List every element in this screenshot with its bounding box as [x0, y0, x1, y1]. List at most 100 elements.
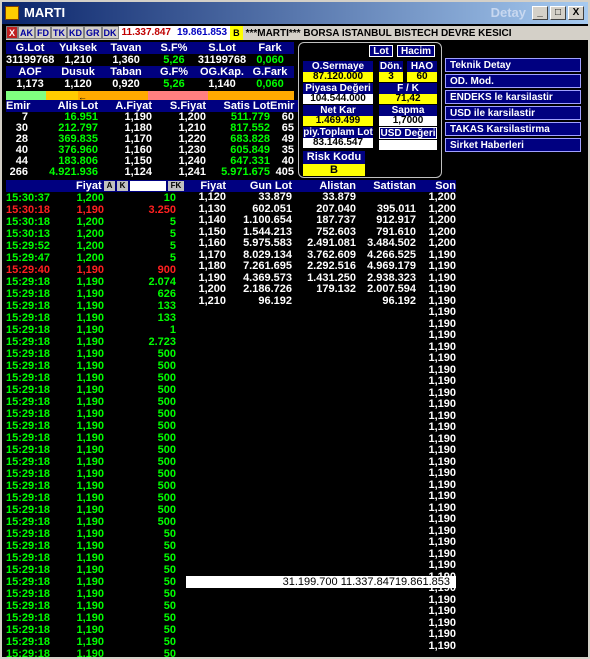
- trade-cell: 15:29:18: [6, 552, 51, 564]
- trade-row: 15:30:18 1,200 5: [6, 216, 186, 228]
- trade-cell: 500: [157, 408, 176, 420]
- trade-cell: 15:29:18: [6, 480, 51, 492]
- trade-cell: 5: [169, 216, 176, 228]
- son-cell: 1,190: [428, 398, 456, 410]
- info-panel: Lot Hacim O.Sermaye Dön. HAO 87.120.000 …: [298, 42, 442, 178]
- trade-cell: 15:29:18: [6, 408, 51, 420]
- menu-takas[interactable]: TAKAS Karsilastirma: [445, 122, 581, 136]
- trade-cell: 15:30:13: [6, 228, 51, 240]
- trade-cell: 900: [157, 264, 176, 276]
- trade-cell: 133: [157, 300, 176, 312]
- stats2-header: AOF Dusuk Taban G.F% OG.Kap. G.Fark: [6, 66, 294, 78]
- value-blue: 19.861.853: [174, 26, 231, 40]
- trade-cell: 1,190: [76, 576, 104, 588]
- menu-od-mod[interactable]: OD. Mod.: [445, 74, 581, 88]
- son-cell: 1,190: [428, 639, 456, 652]
- menu-usd[interactable]: USD ile karsilastir: [445, 106, 581, 120]
- trade-cell: 50: [163, 552, 176, 564]
- trade-row: 15:29:18 1,190 500: [6, 516, 186, 528]
- son-cell: 1,190: [428, 490, 456, 502]
- dk-button[interactable]: DK: [101, 26, 119, 39]
- distribution-header: Fiyat Gun Lot Alistan Satistan Son: [186, 180, 456, 192]
- hacim-button[interactable]: Hacim: [397, 45, 435, 57]
- trade-cell: 1,190: [76, 516, 104, 528]
- trade-row: 15:29:18 1,190 50: [6, 564, 186, 576]
- trade-row: 15:29:18 1,190 2.074: [6, 276, 186, 288]
- val-yuksek: 1,210: [64, 54, 93, 66]
- trade-cell: 50: [163, 576, 176, 588]
- trade-cell: 1,190: [76, 624, 104, 636]
- close-x-button[interactable]: X: [6, 26, 18, 39]
- trade-cell: 1,190: [76, 444, 104, 456]
- trade-cell: 15:30:18: [6, 216, 51, 228]
- trade-cell: 15:29:18: [6, 360, 51, 372]
- trade-cell: 626: [157, 288, 176, 300]
- trade-cell: 10: [163, 192, 176, 204]
- a-button[interactable]: A: [104, 181, 115, 191]
- val-slot: 31199768: [197, 54, 247, 66]
- menu-teknik-detay[interactable]: Teknik Detay: [445, 58, 581, 72]
- col-sf: S.F%: [160, 42, 188, 54]
- val-dusuk: 1,120: [64, 78, 92, 90]
- minimize-button[interactable]: _: [532, 6, 548, 20]
- gr-button[interactable]: GR: [84, 26, 102, 39]
- trade-cell: 5: [169, 240, 176, 252]
- val-ogkap: 1,140: [208, 78, 236, 90]
- dist-cell: 1,210: [198, 294, 226, 307]
- fd-button[interactable]: FD: [35, 26, 51, 39]
- trade-cell: 1,190: [76, 300, 104, 312]
- orderbook: Emir Alis Lot A.Fiyat S.Fiyat Satis Lot Emir …: [6, 100, 298, 178]
- dist-cell: 4.969.179: [367, 260, 416, 272]
- trade-cell: 1,200: [76, 228, 104, 240]
- filter-input[interactable]: [130, 181, 166, 191]
- trade-cell: 15:29:18: [6, 540, 51, 552]
- trade-cell: 500: [157, 348, 176, 360]
- k-button[interactable]: K: [117, 181, 128, 191]
- usd-button[interactable]: USD Değeri: [379, 127, 437, 139]
- stats2-values: 1,173 1,120 0,920 5,26 1,140 0,060: [6, 78, 294, 90]
- news-ticker: ***MARTI*** BORSA ISTANBUL BISTECH DEVRE…: [245, 28, 512, 39]
- trade-row: 15:29:18 1,190 50: [6, 528, 186, 540]
- side-menu: Teknik Detay OD. Mod. ENDEKS le karsilas…: [445, 58, 581, 154]
- trade-row: 15:29:18 1,190 500: [6, 408, 186, 420]
- ak-button[interactable]: AK: [18, 26, 35, 39]
- trade-cell: 15:29:18: [6, 636, 51, 648]
- trade-row: 15:29:18 1,190 133: [6, 312, 186, 324]
- trade-cell: 1,190: [76, 336, 104, 348]
- close-button[interactable]: X: [568, 6, 584, 20]
- trade-cell: 1,190: [76, 264, 104, 276]
- val-gfark: 0,060: [256, 78, 284, 90]
- col-slot: S.Lot: [208, 42, 236, 54]
- trade-cell: 1,190: [76, 324, 104, 336]
- menu-haberler[interactable]: Sirket Haberleri: [445, 138, 581, 152]
- trade-cell: 15:29:18: [6, 600, 51, 612]
- dist-cell: [292, 296, 356, 308]
- trade-cell: 15:29:18: [6, 516, 51, 528]
- col-ogkap: OG.Kap.: [199, 66, 244, 78]
- son-cell: 1,190: [428, 559, 456, 571]
- orderbook-cell: 5.971.675: [221, 166, 270, 178]
- tk-button[interactable]: TK: [51, 26, 67, 39]
- trade-row: 15:29:18 1,190 50: [6, 636, 186, 648]
- col-dusuk: Dusuk: [61, 66, 95, 78]
- son-cell: 1,190: [428, 605, 456, 617]
- fk-button[interactable]: FK: [168, 181, 184, 191]
- o-sermaye-value: 87.120.000: [303, 72, 373, 82]
- trade-cell: 1,190: [76, 456, 104, 468]
- trade-row: 15:29:18 1,190 50: [6, 600, 186, 612]
- dist-cell: 1.100.654: [243, 214, 292, 226]
- trade-cell: 15:29:18: [6, 456, 51, 468]
- dist-cell: 1,160: [198, 237, 226, 249]
- trade-row: 15:29:18 1,190 500: [6, 444, 186, 456]
- menu-endeks[interactable]: ENDEKS le karsilastir: [445, 90, 581, 104]
- trade-row: 15:29:18 1,190 50: [6, 552, 186, 564]
- val-glot: 31199768: [6, 54, 55, 66]
- kd-button[interactable]: KD: [67, 26, 84, 39]
- trade-cell: 1,190: [76, 312, 104, 324]
- lot-button[interactable]: Lot: [369, 45, 393, 57]
- trade-cell: 1,190: [76, 468, 104, 480]
- trade-row: 15:29:18 1,190 50: [6, 612, 186, 624]
- trade-row: 15:29:18 1,190 500: [6, 372, 186, 384]
- trade-row: 15:29:18 1,190 2.723: [6, 336, 186, 348]
- maximize-button[interactable]: □: [550, 6, 566, 20]
